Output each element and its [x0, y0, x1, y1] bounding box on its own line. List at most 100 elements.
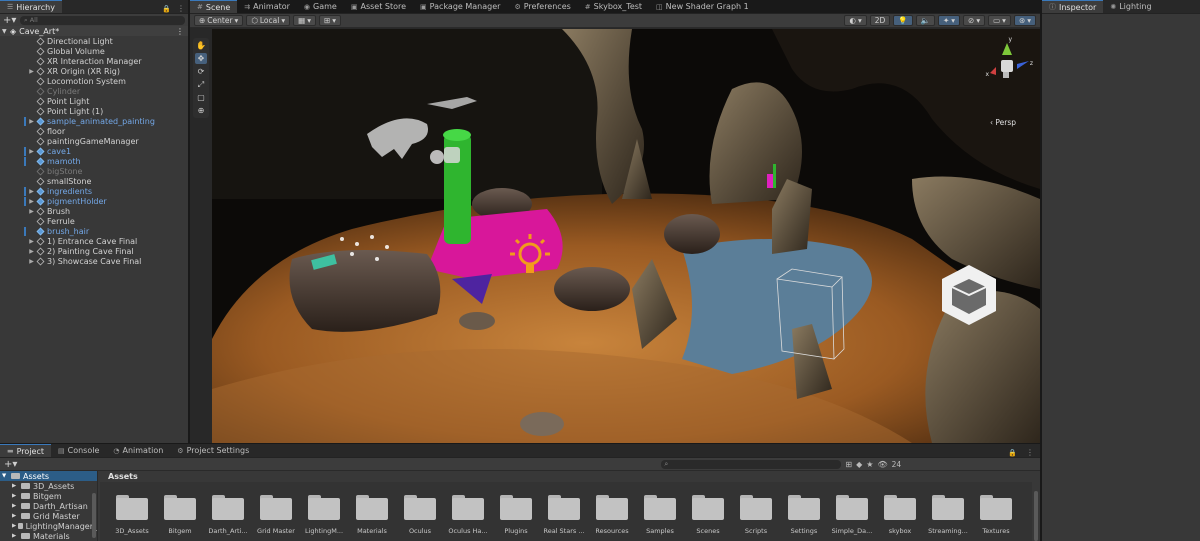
audio-toggle-button[interactable]: 🔈 — [915, 15, 935, 26]
snap-increment-button[interactable]: ⊞ ▾ — [318, 15, 342, 26]
asset-folder[interactable]: Plugins — [492, 495, 540, 535]
project-tree-item[interactable]: ▶ LightingManager_ — [0, 521, 97, 531]
tab-animator[interactable]: ⇉ Animator — [237, 0, 297, 13]
hierarchy-item[interactable]: paintingGameManager — [0, 136, 188, 146]
expand-arrow-icon[interactable]: ▶ — [28, 198, 35, 205]
expand-arrow-icon[interactable]: ▶ — [12, 483, 19, 489]
hierarchy-item[interactable]: ▶ cave1 — [0, 146, 188, 156]
hierarchy-item[interactable]: Directional Light — [0, 36, 188, 46]
hierarchy-item[interactable]: ▶ XR Origin (XR Rig) — [0, 66, 188, 76]
expand-arrow-icon[interactable]: ▶ — [12, 533, 19, 539]
camera-settings-button[interactable]: ▭ ▾ — [988, 15, 1011, 26]
hierarchy-item[interactable]: ▶ sample_animated_painting — [0, 116, 188, 126]
add-object-button[interactable]: +▾ — [3, 15, 17, 26]
hierarchy-item[interactable]: floor — [0, 126, 188, 136]
asset-folder[interactable]: Resources — [588, 495, 636, 535]
expand-arrow-icon[interactable]: ▶ — [12, 493, 19, 499]
hierarchy-item[interactable]: Locomotion System — [0, 76, 188, 86]
gizmo-axis-y[interactable]: y — [1008, 36, 1012, 43]
expand-arrow-icon[interactable]: ▶ — [12, 513, 19, 519]
tab-game[interactable]: ◉ Game — [297, 0, 344, 13]
hierarchy-item[interactable]: Ferrule — [0, 216, 188, 226]
search-by-label-icon[interactable]: ◆ — [856, 460, 862, 469]
asset-grid-scrollbar[interactable] — [1034, 491, 1038, 541]
rect-tool-button[interactable]: ▢ — [195, 92, 207, 103]
asset-folder[interactable]: Textures — [972, 495, 1020, 535]
expand-arrow-icon[interactable]: ▶ — [28, 118, 35, 125]
scene-root-row[interactable]: ▼ ◈ Cave_Art* ⋮ — [0, 26, 188, 36]
hierarchy-item[interactable]: brush_hair — [0, 226, 188, 236]
lock-icon[interactable]: 🔒 — [1005, 449, 1020, 457]
rotate-tool-button[interactable]: ⟳ — [195, 66, 207, 77]
hierarchy-item[interactable]: mamoth — [0, 156, 188, 166]
tab-hierarchy[interactable]: ☰ Hierarchy — [0, 0, 62, 13]
hidden-objects-button[interactable]: ⊘ ▾ — [963, 15, 986, 26]
hierarchy-item[interactable]: ▶ 1) Entrance Cave Final — [0, 236, 188, 246]
asset-folder[interactable]: Bitgem — [156, 495, 204, 535]
lighting-toggle-button[interactable]: 💡 — [893, 15, 913, 26]
project-search-input[interactable]: ⌕ — [661, 459, 842, 469]
pivot-mode-dropdown[interactable]: ⊕ Center ▾ — [194, 15, 244, 26]
more-icon[interactable]: ⋮ — [1020, 448, 1040, 457]
move-tool-button[interactable]: ✥ — [195, 53, 207, 64]
scene-viewport[interactable]: ‹ Persp y x z — [212, 29, 1040, 443]
asset-folder[interactable]: Scripts — [732, 495, 780, 535]
draw-mode-dropdown[interactable]: ◐ ▾ — [844, 15, 867, 26]
hidden-packages-icon[interactable]: 👁 — [877, 460, 887, 469]
hierarchy-item[interactable]: XR Interaction Manager — [0, 56, 188, 66]
tab-project[interactable]: ▬ Project — [0, 444, 51, 457]
project-tree-item[interactable]: ▶ Bitgem — [0, 491, 97, 501]
hierarchy-item[interactable]: bigStone — [0, 166, 188, 176]
expand-arrow-icon[interactable]: ▶ — [28, 248, 35, 255]
hierarchy-item[interactable]: ▶ Brush — [0, 206, 188, 216]
scale-tool-button[interactable]: ⤢ — [195, 79, 207, 90]
tab-skybox-test[interactable]: # Skybox_Test — [578, 0, 649, 13]
breadcrumb[interactable]: Assets — [100, 471, 1032, 482]
hierarchy-item[interactable]: Point Light (1) — [0, 106, 188, 116]
favorites-icon[interactable]: ★ — [866, 460, 873, 469]
expand-arrow-icon[interactable]: ▼ — [2, 28, 10, 35]
hierarchy-search-input[interactable]: ⌕ All — [20, 15, 185, 25]
toggle-2d-button[interactable]: 2D — [869, 15, 891, 26]
scene-menu-icon[interactable]: ⋮ — [176, 27, 188, 36]
camera-projection-label[interactable]: ‹ Persp — [990, 118, 1016, 127]
tab-asset-store[interactable]: ▣ Asset Store — [344, 0, 413, 13]
gizmo-axis-z[interactable]: z — [1030, 60, 1033, 67]
hierarchy-item[interactable]: Global Volume — [0, 46, 188, 56]
search-by-type-icon[interactable]: ⊞ — [845, 460, 852, 469]
project-tree-item[interactable]: ▼ Assets — [0, 471, 97, 481]
expand-arrow-icon[interactable]: ▶ — [28, 68, 35, 75]
grid-snap-button[interactable]: ▦ ▾ — [293, 15, 316, 26]
expand-arrow-icon[interactable]: ▶ — [12, 503, 19, 509]
hand-tool-button[interactable]: ✋ — [195, 40, 207, 51]
hierarchy-item[interactable]: ▶ pigmentHolder — [0, 196, 188, 206]
create-asset-button[interactable]: +▾ — [4, 459, 17, 470]
asset-folder[interactable]: 3D_Assets — [108, 495, 156, 535]
expand-arrow-icon[interactable]: ▶ — [28, 258, 35, 265]
tab-inspector[interactable]: ⓘ Inspector — [1042, 0, 1104, 13]
project-tree-item[interactable]: ▶ Grid Master — [0, 511, 97, 521]
asset-folder[interactable]: Darth_Arti... — [204, 495, 252, 535]
hierarchy-item[interactable]: Cylinder — [0, 86, 188, 96]
tab-lighting[interactable]: ✺ Lighting — [1103, 0, 1158, 13]
hierarchy-item[interactable]: ▶ 3) Showcase Cave Final — [0, 256, 188, 266]
asset-folder[interactable]: Simple_Da... — [828, 495, 876, 535]
project-tree-item[interactable]: ▶ Materials — [0, 531, 97, 541]
project-tree-item[interactable]: ▶ Darth_Artisan — [0, 501, 97, 511]
tab-scene[interactable]: # Scene — [190, 0, 238, 13]
tab-preferences[interactable]: ⚙ Preferences — [507, 0, 577, 13]
asset-folder[interactable]: Streaming... — [924, 495, 972, 535]
asset-folder[interactable]: Real Stars ... — [540, 495, 588, 535]
expand-arrow-icon[interactable]: ▼ — [2, 473, 9, 479]
asset-folder[interactable]: Oculus Ha... — [444, 495, 492, 535]
asset-folder[interactable]: Scenes — [684, 495, 732, 535]
hierarchy-item[interactable]: smallStone — [0, 176, 188, 186]
expand-arrow-icon[interactable]: ▶ — [28, 238, 35, 245]
asset-folder[interactable]: Grid Master — [252, 495, 300, 535]
tab-project-settings[interactable]: ⚙ Project Settings — [170, 444, 256, 457]
more-icon[interactable]: ⋮ — [174, 4, 188, 13]
asset-folder[interactable]: Samples — [636, 495, 684, 535]
tab-animation[interactable]: ◔ Animation — [106, 444, 170, 457]
tab-console[interactable]: ▤ Console — [51, 444, 106, 457]
expand-arrow-icon[interactable]: ▶ — [12, 523, 16, 529]
